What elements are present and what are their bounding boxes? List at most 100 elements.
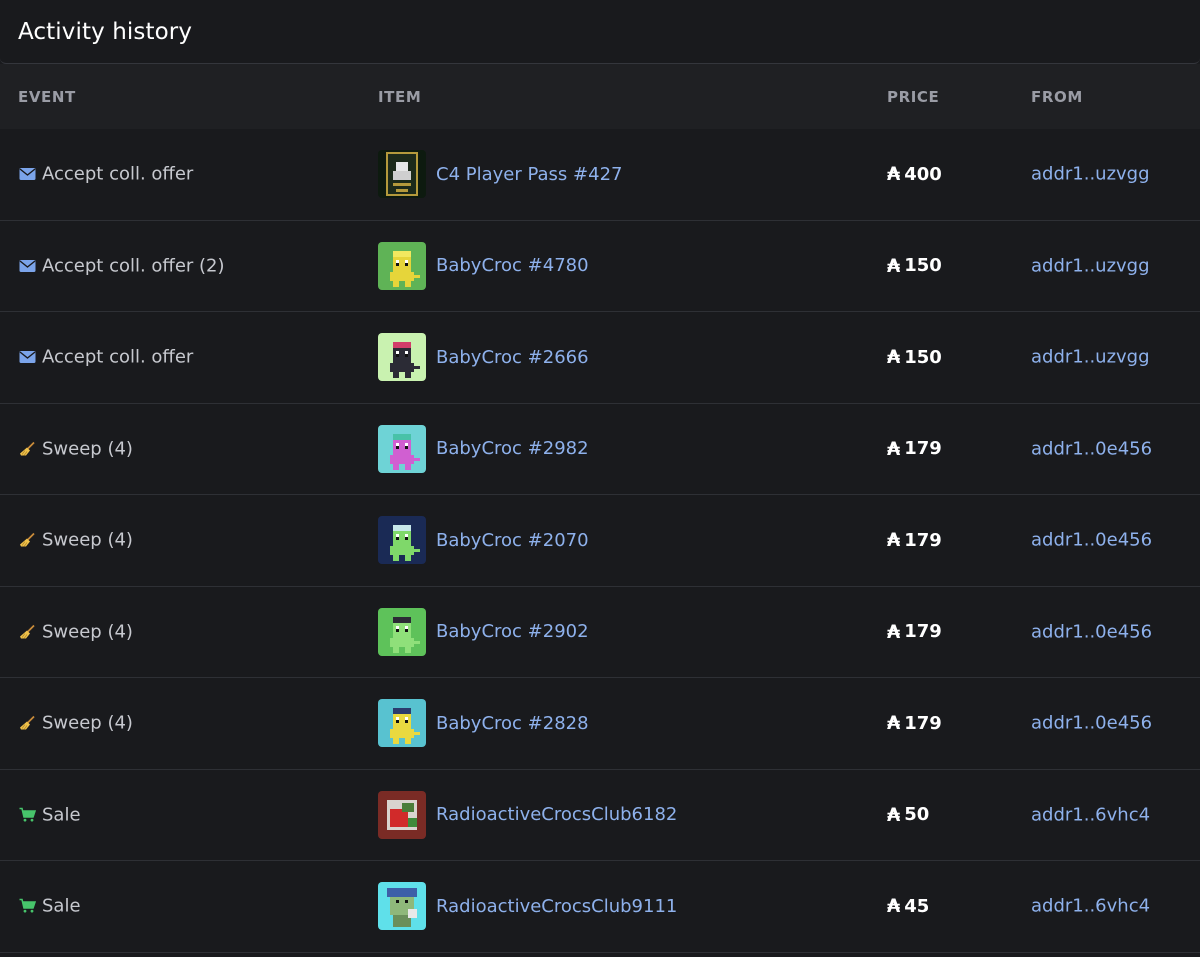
page-title: Activity history [18,18,193,45]
event-label: Sale [42,895,81,917]
table-row[interactable]: Sale RadioactiveCrocsClub9111 ₳ 45 addr1… [0,861,1200,953]
table-body: Accept coll. offer C4 Player Pass #427 ₳… [0,129,1200,953]
activity-history-panel: Activity history EVENT ITEM PRICE FROM A… [0,0,1200,957]
price-value: 179 [904,621,942,643]
item-cell[interactable]: C4 Player Pass #427 [378,150,622,199]
item-link[interactable]: BabyCroc #4780 [436,255,589,276]
from-address-link[interactable]: addr1..6vhc4 [1031,804,1150,825]
table-header: EVENT ITEM PRICE FROM [0,64,1200,129]
item-thumbnail[interactable] [378,516,436,565]
item-cell[interactable]: BabyCroc #2666 [378,333,589,382]
table-row[interactable]: Sale RadioactiveCrocsClub6182 ₳ 50 addr1… [0,770,1200,861]
table-row[interactable]: Sweep (4) BabyCroc #2828 ₳ 179 addr1..0e… [0,678,1200,770]
table-row[interactable]: Accept coll. offer (2) BabyCroc #4780 ₳ … [0,221,1200,312]
event-label: Accept coll. offer [42,346,194,368]
table-row[interactable]: Accept coll. offer BabyCroc #2666 ₳ 150 … [0,312,1200,404]
from-cell[interactable]: addr1..uzvgg [1031,164,1150,185]
ada-currency-icon: ₳ [887,803,901,826]
column-header-from: FROM [1031,87,1083,106]
from-cell[interactable]: addr1..0e456 [1031,530,1152,551]
table-row[interactable]: Sweep (4) BabyCroc #2070 ₳ 179 addr1..0e… [0,495,1200,587]
item-cell[interactable]: BabyCroc #4780 [378,241,589,290]
item-thumbnail[interactable] [378,607,436,656]
broom-icon [18,623,36,641]
event-label: Sweep (4) [42,529,133,551]
price-cell: ₳ 50 [887,804,929,826]
item-link[interactable]: C4 Player Pass #427 [436,164,622,185]
price-value: 179 [904,438,942,460]
item-cell[interactable]: BabyCroc #2982 [378,424,589,473]
item-link[interactable]: BabyCroc #2070 [436,530,589,551]
item-cell[interactable]: RadioactiveCrocsClub9111 [378,882,677,931]
from-address-link[interactable]: addr1..0e456 [1031,713,1152,734]
item-cell[interactable]: BabyCroc #2828 [378,699,589,748]
price-cell: ₳ 179 [887,438,942,460]
from-address-link[interactable]: addr1..uzvgg [1031,347,1150,368]
event-label: Sweep (4) [42,621,133,643]
price-cell: ₳ 179 [887,621,942,643]
cart-icon [18,806,36,824]
column-header-event: EVENT [18,87,76,106]
envelope-icon [18,165,36,183]
table-row[interactable]: Accept coll. offer C4 Player Pass #427 ₳… [0,129,1200,221]
item-link[interactable]: BabyCroc #2828 [436,713,589,734]
from-address-link[interactable]: addr1..6vhc4 [1031,896,1150,917]
price-value: 179 [904,712,942,734]
item-cell[interactable]: RadioactiveCrocsClub6182 [378,790,677,839]
price-cell: ₳ 150 [887,346,942,368]
table-row[interactable]: Sweep (4) BabyCroc #2982 ₳ 179 addr1..0e… [0,404,1200,495]
panel-header: Activity history [0,0,1200,64]
event-label: Sweep (4) [42,712,133,734]
from-address-link[interactable]: addr1..uzvgg [1031,164,1150,185]
event-label: Accept coll. offer (2) [42,255,225,277]
from-address-link[interactable]: addr1..0e456 [1031,530,1152,551]
column-header-price: PRICE [887,87,940,106]
from-cell[interactable]: addr1..6vhc4 [1031,896,1150,917]
item-cell[interactable]: BabyCroc #2070 [378,516,589,565]
price-value: 50 [904,804,930,826]
item-link[interactable]: BabyCroc #2982 [436,438,589,459]
from-cell[interactable]: addr1..0e456 [1031,621,1152,642]
ada-currency-icon: ₳ [887,163,901,186]
from-cell[interactable]: addr1..0e456 [1031,713,1152,734]
price-cell: ₳ 150 [887,255,942,277]
column-header-item: ITEM [378,87,422,106]
ada-currency-icon: ₳ [887,895,901,918]
from-address-link[interactable]: addr1..uzvgg [1031,255,1150,276]
event-cell: Sale [18,804,81,825]
envelope-icon [18,348,36,366]
price-cell: ₳ 45 [887,895,929,917]
from-address-link[interactable]: addr1..0e456 [1031,438,1152,459]
price-cell: ₳ 179 [887,712,942,734]
event-cell: Accept coll. offer [18,164,193,185]
price-cell: ₳ 179 [887,529,942,551]
table-row[interactable]: Sweep (4) BabyCroc #2902 ₳ 179 addr1..0e… [0,587,1200,678]
item-link[interactable]: BabyCroc #2902 [436,621,589,642]
event-cell: Sale [18,896,81,917]
item-thumbnail[interactable] [378,150,436,199]
from-address-link[interactable]: addr1..0e456 [1031,621,1152,642]
item-thumbnail[interactable] [378,241,436,290]
item-thumbnail[interactable] [378,424,436,473]
ada-currency-icon: ₳ [887,529,901,552]
ada-currency-icon: ₳ [887,346,901,369]
event-cell: Sweep (4) [18,530,133,551]
item-link[interactable]: BabyCroc #2666 [436,347,589,368]
from-cell[interactable]: addr1..0e456 [1031,438,1152,459]
event-label: Sweep (4) [42,438,133,460]
price-value: 45 [904,895,930,917]
event-cell: Sweep (4) [18,621,133,642]
item-cell[interactable]: BabyCroc #2902 [378,607,589,656]
price-value: 179 [904,529,942,551]
broom-icon [18,440,36,458]
item-link[interactable]: RadioactiveCrocsClub9111 [436,896,677,917]
item-link[interactable]: RadioactiveCrocsClub6182 [436,804,677,825]
item-thumbnail[interactable] [378,790,436,839]
item-thumbnail[interactable] [378,882,436,931]
from-cell[interactable]: addr1..uzvgg [1031,347,1150,368]
item-thumbnail[interactable] [378,699,436,748]
from-cell[interactable]: addr1..uzvgg [1031,255,1150,276]
cart-icon [18,897,36,915]
from-cell[interactable]: addr1..6vhc4 [1031,804,1150,825]
item-thumbnail[interactable] [378,333,436,382]
